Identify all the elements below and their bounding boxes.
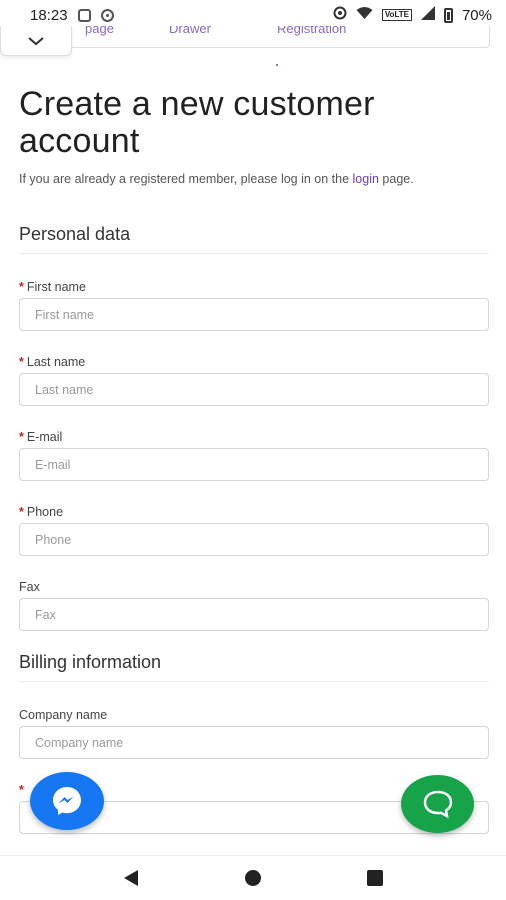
email-label: * E-mail bbox=[19, 430, 62, 444]
section-divider bbox=[19, 681, 489, 682]
last-name-input[interactable] bbox=[19, 373, 489, 406]
first-name-label: * First name bbox=[19, 280, 86, 294]
required-marker: * bbox=[19, 430, 24, 444]
chevron-down-icon bbox=[28, 36, 44, 45]
chat-bubble-icon bbox=[423, 790, 452, 819]
messenger-button[interactable] bbox=[30, 772, 104, 830]
fax-input[interactable] bbox=[19, 598, 489, 631]
breadcrumb-item: Registration bbox=[277, 26, 347, 36]
navigation-bar bbox=[0, 855, 506, 900]
last-name-label: * Last name bbox=[19, 355, 85, 369]
breadcrumb-item[interactable]: page bbox=[85, 26, 114, 36]
back-icon bbox=[124, 870, 138, 886]
first-name-input[interactable] bbox=[19, 298, 489, 331]
recents-button[interactable] bbox=[355, 863, 395, 893]
collapse-toggle-button[interactable] bbox=[0, 26, 72, 56]
location-icon bbox=[333, 6, 347, 24]
required-marker: * bbox=[19, 280, 24, 294]
fax-label: Fax bbox=[19, 580, 40, 594]
phone-label: * Phone bbox=[19, 505, 63, 519]
breadcrumb-item[interactable]: Drawer bbox=[169, 26, 211, 36]
battery-percent: 70% bbox=[461, 6, 492, 24]
back-button[interactable] bbox=[111, 863, 151, 893]
battery-icon bbox=[443, 7, 453, 23]
next-field-label: * bbox=[19, 783, 27, 797]
personal-data-heading: Personal data bbox=[19, 224, 131, 244]
screen-record-icon bbox=[77, 8, 91, 22]
instagram-icon bbox=[100, 8, 114, 22]
company-name-label: Company name bbox=[19, 708, 108, 722]
recents-icon bbox=[367, 870, 383, 886]
last-name-label-text: Last name bbox=[26, 355, 86, 369]
intro-suffix: page. bbox=[378, 172, 414, 186]
home-button[interactable] bbox=[233, 863, 273, 893]
billing-heading: Billing information bbox=[19, 652, 162, 672]
breadcrumb: page Drawer Registration bbox=[70, 26, 490, 48]
intro-text: If you are already a registered member, … bbox=[19, 170, 489, 189]
status-time: 18:23 bbox=[30, 6, 68, 24]
email-input[interactable] bbox=[19, 448, 489, 481]
volte-badge: VoLTE bbox=[381, 9, 412, 21]
required-marker: * bbox=[19, 505, 24, 519]
signal-icon bbox=[420, 6, 435, 24]
section-divider bbox=[19, 253, 489, 254]
phone-label-text: Phone bbox=[26, 505, 64, 519]
messenger-icon bbox=[53, 787, 81, 815]
decorative-dot bbox=[276, 64, 278, 66]
chat-button[interactable] bbox=[401, 775, 474, 833]
home-icon bbox=[245, 870, 261, 886]
phone-input[interactable] bbox=[19, 523, 489, 556]
company-name-input[interactable] bbox=[19, 726, 489, 759]
intro-prefix: If you are already a registered member, … bbox=[19, 172, 353, 186]
login-link[interactable]: login bbox=[353, 172, 379, 186]
page-title: Create a new customer account bbox=[19, 85, 375, 160]
email-label-text: E-mail bbox=[26, 430, 63, 444]
required-marker: * bbox=[19, 355, 24, 369]
wifi-icon bbox=[356, 6, 373, 24]
first-name-label-text: First name bbox=[26, 280, 86, 294]
required-marker: * bbox=[19, 783, 24, 797]
